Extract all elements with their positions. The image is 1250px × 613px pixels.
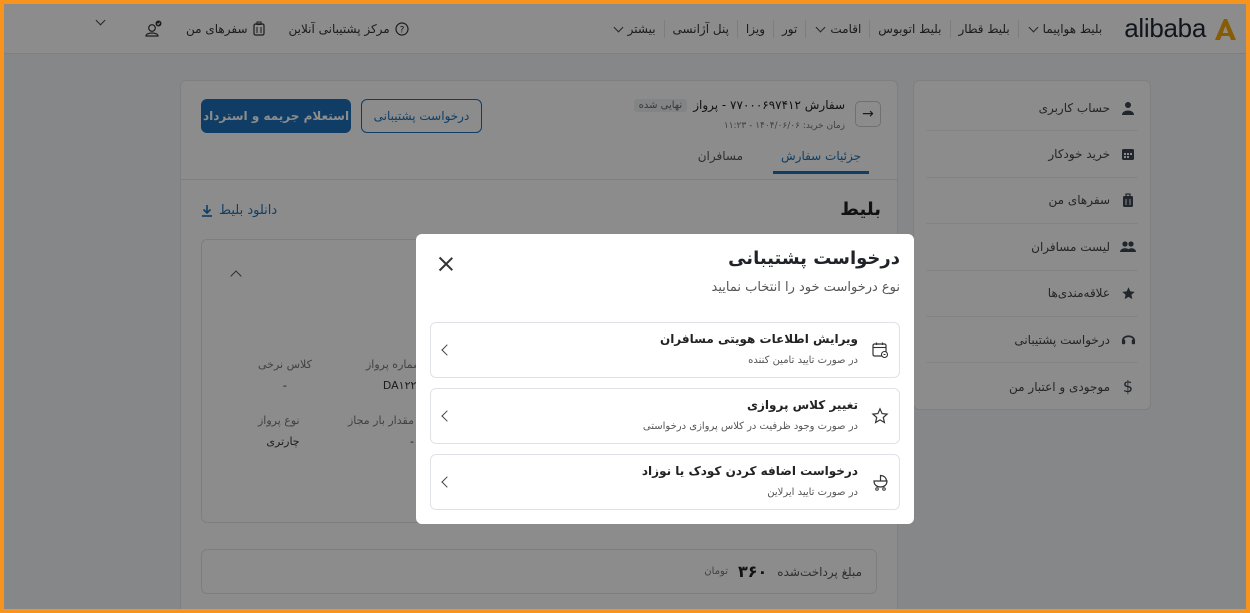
option-change-flight-class[interactable]: تغییر کلاس پروازی در صورت وجود ظرفیت در … [430,388,900,444]
app-window: alibaba بلیط هواپیما بلیط قطار بلیط اتوب… [0,0,1250,613]
star-outline-icon [871,407,889,424]
option-title: تغییر کلاس پروازی [747,398,858,412]
option-add-child-infant[interactable]: درخواست اضافه کردن کودک یا نوزاد در صورت… [430,454,900,510]
option-subtitle: در صورت وجود ظرفیت در کلاس پروازی درخواس… [642,421,858,432]
option-title: ویرایش اطلاعات هویتی مسافران [659,332,858,346]
option-title: درخواست اضافه کردن کودک یا نوزاد [641,464,858,478]
option-edit-passenger-info[interactable]: ویرایش اطلاعات هویتی مسافران در صورت تای… [430,322,900,378]
chevron-left-icon [441,476,453,488]
chevron-left-icon [441,344,453,356]
calendar-edit-icon [872,342,889,359]
close-icon[interactable] [438,256,454,272]
modal-title: درخواست پشتیبانی [728,248,900,269]
chevron-left-icon [441,410,453,422]
option-subtitle: در صورت تایید تامین کننده [748,355,858,366]
support-request-modal: درخواست پشتیبانی نوع درخواست خود را انتخ… [416,234,914,524]
option-subtitle: در صورت تایید ایرلاین [767,487,858,498]
baby-carriage-icon [873,474,888,491]
modal-subtitle: نوع درخواست خود را انتخاب نمایید [711,280,900,295]
